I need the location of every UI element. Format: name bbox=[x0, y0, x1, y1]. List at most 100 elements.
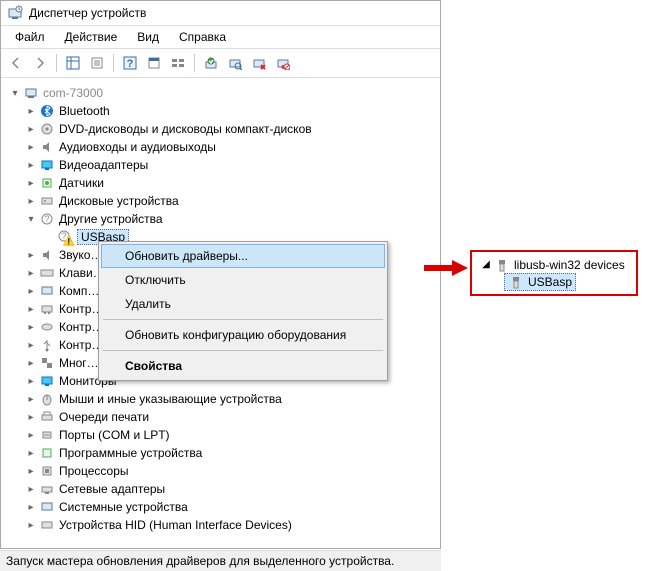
expand-icon[interactable]: ▸ bbox=[25, 303, 37, 315]
expand-icon[interactable]: ▸ bbox=[25, 267, 37, 279]
expand-icon[interactable]: ▸ bbox=[25, 105, 37, 117]
scan-hardware-button[interactable] bbox=[224, 52, 246, 74]
properties-button[interactable] bbox=[86, 52, 108, 74]
expand-icon[interactable]: ▸ bbox=[25, 411, 37, 423]
help-button[interactable]: ? bbox=[119, 52, 141, 74]
tree-label: Мыши и иные указывающие устройства bbox=[59, 392, 282, 406]
menu-help[interactable]: Справка bbox=[169, 28, 236, 46]
tree-item[interactable]: ▸ Аудиовходы и аудиовыходы bbox=[5, 138, 436, 156]
tree-item[interactable]: ▸ Дисковые устройства bbox=[5, 192, 436, 210]
window-title: Диспетчер устройств bbox=[29, 6, 146, 20]
tree-label: Дисковые устройства bbox=[59, 194, 179, 208]
menu-separator bbox=[103, 350, 383, 351]
expand-icon[interactable]: ▸ bbox=[25, 249, 37, 261]
menu-update-drivers[interactable]: Обновить драйверы... bbox=[101, 244, 385, 268]
expand-icon[interactable]: ▸ bbox=[25, 159, 37, 171]
app-icon bbox=[7, 5, 23, 21]
tree-item[interactable]: ▸ DVD-дисководы и дисководы компакт-диско… bbox=[5, 120, 436, 138]
expand-icon[interactable]: ▸ bbox=[25, 501, 37, 513]
controller-icon bbox=[39, 301, 55, 317]
sound-icon bbox=[39, 247, 55, 263]
menu-properties[interactable]: Свойства bbox=[101, 354, 385, 378]
expand-icon[interactable]: ▸ bbox=[25, 321, 37, 333]
result-child-item[interactable]: USBasp bbox=[478, 273, 630, 290]
menu-scan-hardware[interactable]: Обновить конфигурацию оборудования bbox=[101, 323, 385, 347]
tree-label: Очереди печати bbox=[59, 410, 149, 424]
statusbar: Запуск мастера обновления драйверов для … bbox=[0, 550, 441, 571]
tree-label: Программные устройства bbox=[59, 446, 202, 460]
menu-uninstall[interactable]: Удалить bbox=[101, 292, 385, 316]
expand-icon[interactable]: ▸ bbox=[25, 375, 37, 387]
usb-device-icon bbox=[508, 274, 524, 290]
update-driver-button[interactable] bbox=[200, 52, 222, 74]
result-parent-label: libusb-win32 devices bbox=[514, 258, 625, 272]
tree-item[interactable]: ▸Системные устройства bbox=[5, 498, 436, 516]
toolbar-separator bbox=[194, 54, 195, 72]
tree-label: Контр… bbox=[59, 320, 103, 334]
forward-button[interactable] bbox=[29, 52, 51, 74]
network-adapter-icon bbox=[39, 481, 55, 497]
expand-icon[interactable]: ▸ bbox=[25, 393, 37, 405]
expand-icon[interactable]: ▸ bbox=[25, 177, 37, 189]
other-devices-icon: ? bbox=[39, 211, 55, 227]
uninstall-button[interactable] bbox=[248, 52, 270, 74]
expand-icon[interactable]: ▸ bbox=[25, 483, 37, 495]
device-tree[interactable]: ▾ com-73000 ▸Bluetooth ▸ DVD-дисководы и … bbox=[1, 78, 440, 548]
tree-label: Контр… bbox=[59, 338, 103, 352]
expand-icon[interactable]: ▸ bbox=[25, 285, 37, 297]
toolbar-separator bbox=[56, 54, 57, 72]
menu-file[interactable]: Файл bbox=[5, 28, 55, 46]
bluetooth-icon bbox=[39, 103, 55, 119]
menu-action[interactable]: Действие bbox=[55, 28, 128, 46]
back-button[interactable] bbox=[5, 52, 27, 74]
collapse-icon[interactable]: ▾ bbox=[9, 87, 21, 99]
expand-icon[interactable]: ▸ bbox=[25, 141, 37, 153]
disable-button[interactable] bbox=[272, 52, 294, 74]
tree-item-other-devices[interactable]: ▾? Другие устройства bbox=[5, 210, 436, 228]
tree-item[interactable]: ▸ Датчики bbox=[5, 174, 436, 192]
tree-label: Другие устройства bbox=[59, 212, 163, 226]
titlebar: Диспетчер устройств bbox=[1, 1, 440, 26]
tree-label: Датчики bbox=[59, 176, 104, 190]
tree-item[interactable]: ▸Видеоадаптеры bbox=[5, 156, 436, 174]
menu-view[interactable]: Вид bbox=[127, 28, 169, 46]
result-panel: ◢ libusb-win32 devices USBasp bbox=[470, 250, 638, 296]
result-arrow-icon bbox=[424, 258, 468, 278]
tree-item[interactable]: ▸ Мыши и иные указывающие устройства bbox=[5, 390, 436, 408]
svg-text:?: ? bbox=[44, 214, 49, 224]
tree-item[interactable]: ▸ Порты (COM и LPT) bbox=[5, 426, 436, 444]
svg-text:?: ? bbox=[127, 58, 134, 70]
result-parent-item[interactable]: ◢ libusb-win32 devices bbox=[478, 256, 630, 273]
toolbar: ? bbox=[1, 49, 440, 78]
expand-icon[interactable]: ▸ bbox=[25, 357, 37, 369]
collapse-icon[interactable]: ▾ bbox=[25, 213, 37, 225]
tree-item[interactable]: ▸Сетевые адаптеры bbox=[5, 480, 436, 498]
expand-icon[interactable]: ▸ bbox=[25, 429, 37, 441]
expand-icon[interactable]: ▸ bbox=[25, 447, 37, 459]
tree-label: Порты (COM и LPT) bbox=[59, 428, 170, 442]
expand-icon[interactable]: ▸ bbox=[25, 195, 37, 207]
expand-icon[interactable]: ▸ bbox=[25, 465, 37, 477]
expand-icon[interactable]: ▸ bbox=[25, 123, 37, 135]
tree-item[interactable]: ▸Bluetooth bbox=[5, 102, 436, 120]
show-hide-tree-button[interactable] bbox=[62, 52, 84, 74]
action-button[interactable] bbox=[143, 52, 165, 74]
view-button[interactable] bbox=[167, 52, 189, 74]
sensor-icon bbox=[39, 175, 55, 191]
collapse-icon[interactable]: ◢ bbox=[480, 259, 492, 271]
tree-label: DVD-дисководы и дисководы компакт-дисков bbox=[59, 122, 312, 136]
tree-item[interactable]: ▸ Процессоры bbox=[5, 462, 436, 480]
tree-label: Аудиовходы и аудиовыходы bbox=[59, 140, 216, 154]
device-manager-window: Диспетчер устройств Файл Действие Вид Сп… bbox=[0, 0, 441, 549]
tree-item[interactable]: ▸Устройства HID (Human Interface Devices… bbox=[5, 516, 436, 534]
tree-label: Процессоры bbox=[59, 464, 129, 478]
tree-item[interactable]: ▸ Программные устройства bbox=[5, 444, 436, 462]
tree-root[interactable]: ▾ com-73000 bbox=[5, 84, 436, 102]
expand-icon[interactable]: ▸ bbox=[25, 339, 37, 351]
audio-io-icon bbox=[39, 139, 55, 155]
tree-label: Звуко… bbox=[59, 248, 102, 262]
tree-label: Мног… bbox=[59, 356, 99, 370]
tree-item[interactable]: ▸ Очереди печати bbox=[5, 408, 436, 426]
expand-icon[interactable]: ▸ bbox=[25, 519, 37, 531]
menu-disable[interactable]: Отключить bbox=[101, 268, 385, 292]
